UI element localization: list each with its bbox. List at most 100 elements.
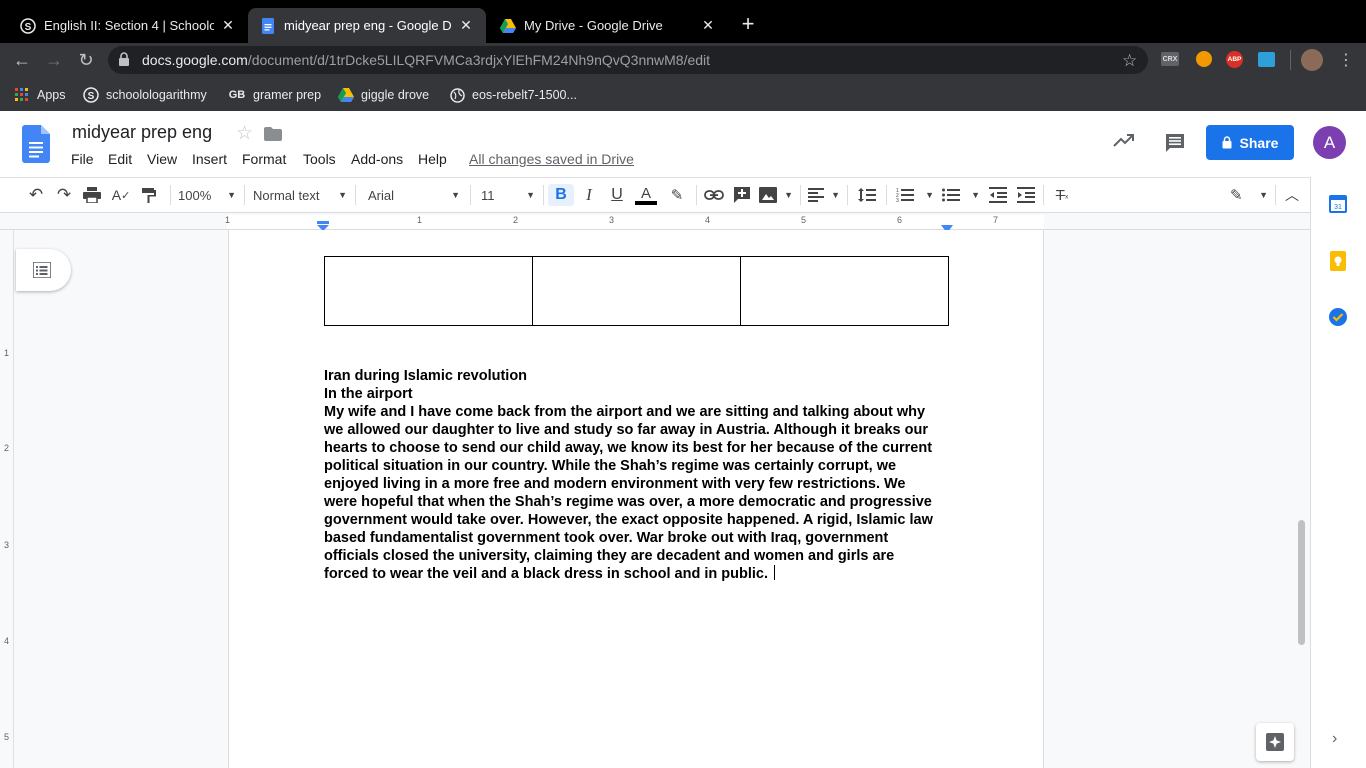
bulleted-list-icon[interactable]: ▼ (942, 184, 980, 206)
clear-formatting-icon[interactable]: Tₓ (1051, 184, 1073, 206)
url-text[interactable]: docs.google.com/document/d/1trDcke5LILQR… (142, 52, 710, 68)
bookmark-star-icon[interactable]: ☆ (1122, 51, 1137, 71)
chevron-right-icon[interactable]: › (1332, 730, 1337, 748)
bookmark-gramer-prep[interactable]: GB gramer prep (228, 86, 321, 104)
close-icon[interactable]: ✕ (700, 17, 716, 34)
close-icon[interactable]: ✕ (220, 17, 236, 34)
svg-text:3: 3 (896, 198, 899, 203)
document-outline-button[interactable] (16, 249, 71, 291)
ruler-number: 5 (801, 215, 807, 225)
tasks-icon[interactable] (1328, 307, 1348, 332)
save-status[interactable]: All changes saved in Drive (469, 151, 634, 167)
bookmark-eos[interactable]: eos-rebelt7-1500... (449, 86, 577, 104)
bookmark-schoology[interactable]: S schoolologarithmy (83, 86, 207, 104)
ruler-page-area (227, 215, 1044, 229)
adblock-extension-icon[interactable]: ABP (1226, 51, 1243, 68)
lock-icon[interactable] (118, 52, 132, 68)
bookmark-label: giggle drove (361, 88, 430, 102)
table-cell[interactable] (740, 256, 949, 326)
document-subheading: In the airport (324, 386, 413, 402)
collapse-chevron-icon[interactable]: ︿ (1281, 184, 1303, 206)
divider (696, 185, 697, 205)
menu-tools[interactable]: Tools (303, 151, 336, 167)
table-cell[interactable] (324, 256, 533, 326)
insert-image-icon[interactable]: ▼ (759, 184, 793, 206)
menu-help[interactable]: Help (418, 151, 447, 167)
calendar-icon[interactable]: 31 (1329, 195, 1347, 218)
font-select[interactable]: Arial ▼ (368, 184, 460, 206)
account-avatar[interactable]: A (1313, 126, 1346, 159)
globe-icon (449, 87, 465, 103)
table-cell[interactable] (532, 256, 741, 326)
document-body[interactable]: Iran during Islamic revolution In the ai… (324, 367, 949, 583)
undo-icon[interactable]: ↶ (25, 184, 47, 206)
bold-button[interactable]: B (548, 184, 574, 206)
link-icon[interactable] (703, 184, 725, 206)
bookmark-giggle-drove[interactable]: giggle drove (338, 86, 429, 104)
document-title[interactable]: midyear prep eng (72, 122, 212, 143)
menu-view[interactable]: View (147, 151, 177, 167)
svg-text:S: S (25, 22, 32, 33)
paragraph-line: were hopeful that when the Shah’s regime… (324, 494, 932, 510)
increase-indent-icon[interactable] (1015, 184, 1037, 206)
close-icon[interactable]: ✕ (458, 17, 474, 34)
reload-icon[interactable]: ↻ (74, 48, 98, 72)
explore-icon (1266, 733, 1284, 751)
italic-button[interactable]: I (578, 184, 600, 206)
redo-icon[interactable]: ↷ (53, 184, 75, 206)
add-comment-icon[interactable] (731, 184, 753, 206)
comment-icon[interactable] (1165, 133, 1185, 158)
paint-format-icon[interactable] (138, 184, 160, 206)
tab-schoology[interactable]: S English II: Section 4 | Schoology ✕ (8, 8, 248, 43)
divider (800, 185, 801, 205)
font-size-select[interactable]: 11 ▼ (481, 184, 535, 206)
paragraph-line: forced to wear the veil and a black dres… (324, 565, 949, 583)
owl-extension-icon[interactable] (1196, 51, 1212, 67)
activity-trend-icon[interactable] (1113, 133, 1135, 152)
ruler-number: 1 (4, 348, 10, 358)
tab-google-drive[interactable]: My Drive - Google Drive ✕ (488, 8, 728, 43)
line-spacing-icon[interactable] (856, 184, 878, 206)
back-arrow-icon[interactable]: ← (10, 48, 34, 72)
share-button[interactable]: Share (1206, 125, 1294, 160)
menu-format[interactable]: Format (242, 151, 286, 167)
highlight-icon[interactable]: ✎ (666, 184, 688, 206)
docs-header (0, 111, 1366, 177)
folder-icon[interactable] (264, 127, 282, 146)
print-icon[interactable] (81, 184, 103, 206)
scrollbar-thumb[interactable] (1298, 520, 1305, 645)
bookmark-label: gramer prep (253, 88, 322, 102)
google-docs-logo-icon[interactable] (22, 125, 50, 168)
share-label: Share (1239, 134, 1279, 151)
menu-file[interactable]: File (71, 151, 94, 167)
document-table[interactable] (324, 256, 949, 326)
zoom-select[interactable]: 100% ▼ (178, 184, 236, 206)
spellcheck-icon[interactable]: A ✓ (109, 184, 133, 206)
ruler-number: 3 (4, 540, 10, 550)
crx-extension-icon[interactable]: CRX (1161, 52, 1179, 66)
menu-edit[interactable]: Edit (108, 151, 132, 167)
tab-google-docs[interactable]: midyear prep eng - Google Docs ✕ (248, 8, 486, 43)
paragraph-line: hearts to choose to send our child away,… (324, 439, 949, 457)
underline-button[interactable]: U (606, 184, 628, 206)
more-vert-icon[interactable]: ⋮ (1338, 50, 1354, 70)
text-color-button[interactable]: A (634, 184, 658, 206)
bookmark-apps[interactable]: Apps (14, 86, 66, 104)
menu-insert[interactable]: Insert (192, 151, 227, 167)
profile-avatar[interactable] (1301, 49, 1323, 71)
numbered-list-icon[interactable]: 1 2 3 ▼ (896, 184, 934, 206)
star-icon[interactable]: ☆ (236, 122, 253, 145)
explore-button[interactable] (1256, 723, 1294, 761)
paragraph-line: officials closed the university, claimin… (324, 548, 895, 564)
decrease-indent-icon[interactable] (987, 184, 1009, 206)
keep-icon[interactable] (1330, 251, 1346, 276)
paragraph-style-select[interactable]: Normal text ▼ (253, 184, 347, 206)
new-tab-button[interactable]: + (737, 13, 759, 35)
menu-add-ons[interactable]: Add-ons (351, 151, 403, 167)
align-left-icon[interactable]: ▼ (808, 184, 840, 206)
extension-icon[interactable] (1258, 52, 1275, 67)
forward-arrow-icon[interactable]: → (42, 48, 66, 72)
editing-mode-icon[interactable]: ✎ ▼ (1230, 184, 1268, 206)
bookmark-label: eos-rebelt7-1500... (472, 88, 577, 102)
divider (170, 185, 171, 205)
